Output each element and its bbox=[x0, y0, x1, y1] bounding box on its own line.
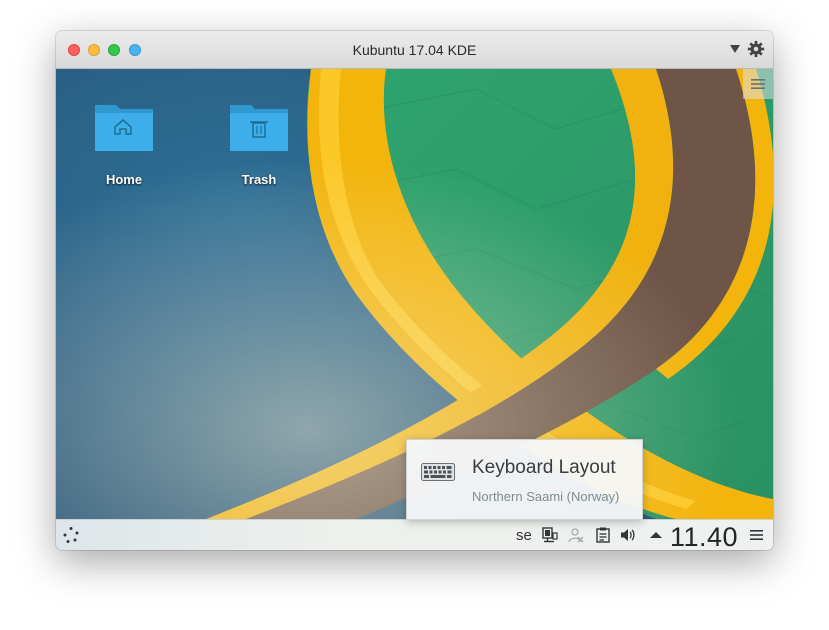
osd-layout-name: Northern Saami (Norway) bbox=[472, 489, 620, 504]
panel-menu-icon[interactable] bbox=[750, 529, 763, 541]
taskbar-panel: se 11.40 bbox=[56, 519, 773, 550]
trash-folder-icon bbox=[230, 105, 288, 151]
expand-up-icon[interactable] bbox=[648, 527, 664, 543]
desktop-icon-label: Home bbox=[105, 172, 143, 187]
title-bar[interactable]: Kubuntu 17.04 KDE bbox=[56, 31, 773, 69]
keyboard-icon bbox=[421, 463, 455, 481]
gear-icon[interactable] bbox=[747, 40, 765, 58]
user-icon[interactable] bbox=[568, 527, 584, 543]
desktop-toolbox-button[interactable] bbox=[743, 69, 773, 99]
keyboard-layout-indicator[interactable]: se bbox=[516, 527, 532, 544]
desktop-icon-trash[interactable]: Trash bbox=[214, 99, 304, 187]
network-display-icon[interactable] bbox=[542, 527, 558, 543]
clipboard-icon[interactable] bbox=[595, 527, 611, 543]
desktop-icon-home[interactable]: Home bbox=[79, 99, 169, 187]
digital-clock[interactable]: 11.40 bbox=[670, 522, 738, 550]
desktop-icon-label: Trash bbox=[241, 172, 277, 187]
vm-window: Kubuntu 17.04 KDE Home Trash se 11.40 Ke… bbox=[56, 31, 773, 550]
osd-title: Keyboard Layout bbox=[472, 457, 616, 478]
window-title: Kubuntu 17.04 KDE bbox=[352, 42, 477, 58]
hamburger-menu-icon bbox=[751, 79, 765, 89]
home-folder-icon bbox=[95, 105, 153, 151]
keyboard-layout-osd: Keyboard Layout Northern Saami (Norway) bbox=[406, 439, 643, 520]
volume-icon[interactable] bbox=[620, 527, 636, 543]
application-launcher-icon[interactable] bbox=[62, 526, 80, 544]
dropdown-arrow-icon[interactable] bbox=[730, 45, 740, 53]
